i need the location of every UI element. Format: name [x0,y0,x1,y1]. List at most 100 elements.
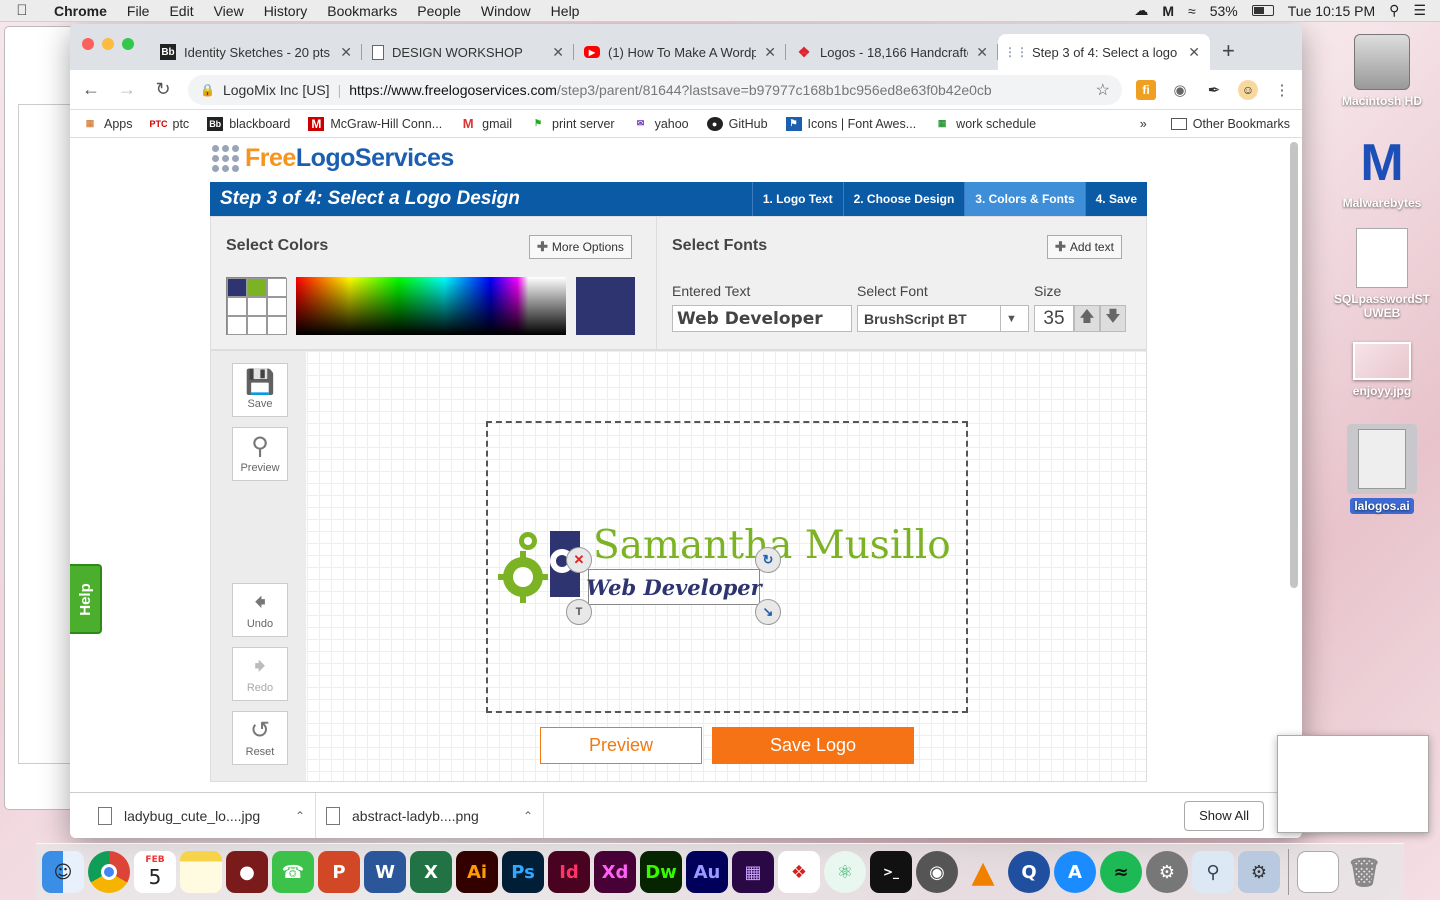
tab-youtube[interactable]: ▶ (1) How To Make A Wordp ✕ [574,34,786,70]
menu-view[interactable]: View [204,3,254,19]
menu-people[interactable]: People [407,3,471,19]
facetime-icon[interactable]: ☎ [272,851,314,893]
other-bookmarks[interactable]: Other Bookmarks [1170,117,1290,131]
show-all-button[interactable]: Show All [1184,800,1264,831]
resize-object-icon[interactable]: ↘ [755,599,781,625]
bookmark-star-icon[interactable]: ☆ [1096,80,1110,100]
close-tab-icon[interactable]: ✕ [764,44,776,61]
acrobat-icon[interactable]: ❖ [778,851,820,893]
download-item[interactable]: abstract-ladyb....png ⌃ [316,792,544,838]
close-window-button[interactable] [82,38,94,50]
extension-orange-icon[interactable]: fi [1136,79,1156,100]
bookmark-yahoo[interactable]: ✉ yahoo [633,117,689,131]
spotify-icon[interactable]: ≈ [1100,851,1142,893]
chevron-up-icon[interactable]: ⌃ [523,809,533,823]
menu-bookmarks[interactable]: Bookmarks [317,3,407,19]
rotate-object-icon[interactable]: ↻ [755,547,781,573]
battery-icon[interactable] [1251,5,1274,16]
illustrator-icon[interactable]: Ai [456,851,498,893]
close-tab-icon[interactable]: ✕ [340,44,352,61]
spotlight-search-icon[interactable]: ⚲ [1389,2,1399,19]
swatch-navy[interactable] [227,278,247,297]
swatch-empty[interactable] [247,316,267,335]
menu-file[interactable]: File [117,3,160,19]
swatch-empty[interactable] [227,316,247,335]
selected-text-object[interactable]: Web Developer [586,569,762,605]
quicktime-icon[interactable]: Q [1008,851,1050,893]
step-colors-fonts[interactable]: 3. Colors & Fonts [964,182,1085,216]
desktop-icon-sqlpassword[interactable]: SQLpasswordSTUWEB [1334,228,1430,320]
help-tab[interactable]: Help [70,564,102,634]
font-select[interactable]: BrushScript BT ▼ [857,305,1029,332]
forward-button[interactable]: → [116,79,138,100]
creative-cloud-icon[interactable]: ☁ [1134,2,1148,19]
clock[interactable]: Tue 10:15 PM [1288,3,1375,19]
swatch-empty[interactable] [227,297,247,316]
vlc-icon[interactable]: ▲ [962,851,1004,893]
swatch-green[interactable] [247,278,267,297]
site-logo[interactable]: FreeLogoServices [212,144,454,173]
photoshop-icon[interactable]: Ps [502,851,544,893]
bookmark-apps[interactable]: ▦ Apps [82,117,133,131]
zoom-window-button[interactable] [122,38,134,50]
preview-tool-button[interactable]: ⚲ Preview [232,427,288,481]
logo-canvas[interactable]: Samantha Musillo Web Developer ✕ ↻ T ↘ [486,421,968,713]
profile-avatar[interactable]: ☺ [1238,79,1258,100]
recent-document-icon[interactable] [1297,851,1339,893]
menu-edit[interactable]: Edit [159,3,203,19]
bookmark-github[interactable]: ● GitHub [706,116,768,131]
color-spectrum-picker[interactable] [296,277,566,335]
size-input[interactable]: 35 [1034,305,1074,332]
premiere-icon[interactable]: ▦ [732,851,774,893]
undo-tool-button[interactable]: 🠸 Undo [232,583,288,637]
swatch-empty[interactable] [267,297,287,316]
step-logo-text[interactable]: 1. Logo Text [751,182,843,216]
desktop-icon-malwarebytes[interactable]: M Malwarebytes [1334,134,1430,210]
photo-booth-icon[interactable]: ● [226,851,268,893]
bookmark-font-awesome[interactable]: ⚑ Icons | Font Awes... [785,116,916,131]
reload-button[interactable]: ↻ [152,79,174,100]
wifi-icon[interactable]: ≈ [1188,3,1196,19]
finder-icon[interactable]: ☺ [42,851,84,893]
preview-app-icon[interactable]: ⚲ [1192,851,1234,893]
menu-window[interactable]: Window [471,3,541,19]
bookmark-work-schedule[interactable]: ▦ work schedule [934,117,1036,131]
menu-app-name[interactable]: Chrome [44,3,117,19]
back-button[interactable]: ← [80,79,102,100]
swatch-empty[interactable] [267,278,287,297]
tab-design-workshop[interactable]: DESIGN WORKSHOP ✕ [362,34,574,70]
chevron-up-icon[interactable]: ⌃ [295,809,305,823]
word-icon[interactable]: W [364,851,406,893]
system-preferences-icon[interactable]: ⚙ [1146,851,1188,893]
app-store-icon[interactable]: A [1054,851,1096,893]
close-tab-icon[interactable]: ✕ [1188,44,1200,61]
close-tab-icon[interactable]: ✕ [552,44,564,61]
chrome-menu-icon[interactable]: ⋮ [1272,80,1292,100]
apple-menu-icon[interactable]:  [0,2,44,19]
malwarebytes-menu-icon[interactable]: M [1162,3,1174,19]
indesign-icon[interactable]: Id [548,851,590,893]
xd-icon[interactable]: Xd [594,851,636,893]
size-up-arrow-icon[interactable]: 🡅 [1074,305,1100,332]
powerpoint-icon[interactable]: P [318,851,360,893]
entered-text-input[interactable]: Web Developer [672,305,852,332]
redo-tool-button[interactable]: 🠺 Redo [232,647,288,701]
camera-extension-icon[interactable]: ◉ [1170,80,1190,100]
new-tab-button[interactable]: + [1210,34,1247,70]
swatch-empty[interactable] [267,316,287,335]
audition-icon[interactable]: Au [686,851,728,893]
sequel-pro-icon[interactable]: ◉ [916,851,958,893]
address-bar[interactable]: 🔒 LogoMix Inc [US] | https://www.freelog… [188,74,1122,105]
chrome-icon[interactable] [88,851,130,893]
save-logo-button[interactable]: Save Logo [712,727,914,764]
trash-icon[interactable]: 🗑 [1343,851,1385,893]
bookmark-print-server[interactable]: ⚑ print server [530,117,615,131]
notes-icon[interactable] [180,851,222,893]
text-edit-handle-icon[interactable]: T [566,599,592,625]
tab-step-3[interactable]: ⋮⋮ Step 3 of 4: Select a logo ✕ [998,34,1210,70]
add-text-button[interactable]: ✚ Add text [1047,235,1122,259]
preview-button[interactable]: Preview [540,727,702,764]
minimize-window-button[interactable] [102,38,114,50]
close-tab-icon[interactable]: ✕ [976,44,988,61]
dreamweaver-icon[interactable]: Dw [640,851,682,893]
